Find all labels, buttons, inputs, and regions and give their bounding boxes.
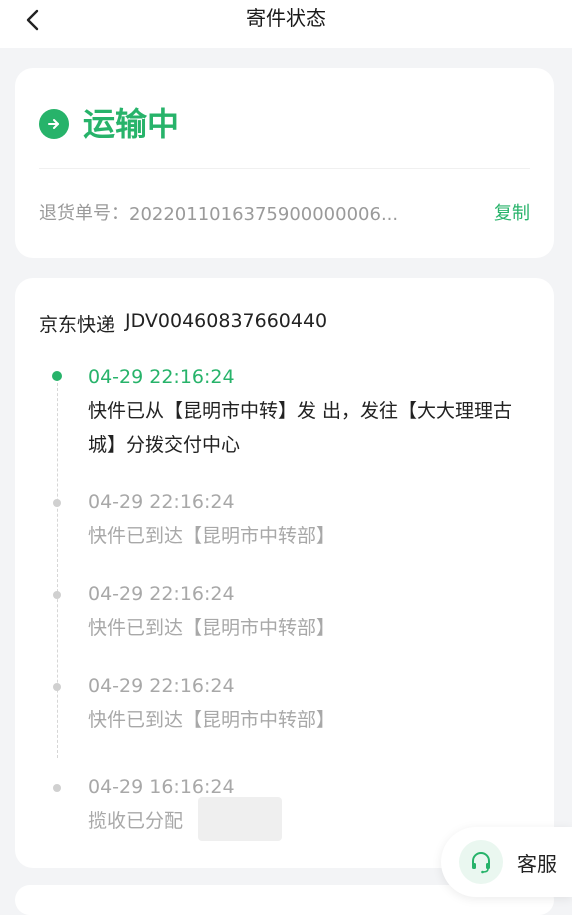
timeline-dot: [53, 591, 61, 599]
tracking-number: JDV00460837660440: [125, 310, 328, 332]
status-row: 运输中: [39, 104, 179, 144]
event-time: 04-29 16:16:24: [88, 776, 235, 798]
page-title: 寄件状态: [246, 6, 326, 30]
timeline-line: [57, 378, 58, 758]
event-time: 04-29 22:16:24: [88, 491, 235, 513]
timeline-dot: [53, 784, 61, 792]
redacted-area: [198, 797, 282, 841]
customer-service-label: 客服: [517, 851, 557, 876]
copy-button[interactable]: 复制: [494, 199, 530, 225]
carrier-name: 京东快递: [39, 314, 116, 336]
order-info: 退货单号：2022011016375900000006...: [39, 199, 398, 225]
event-description: 快件已从【昆明市中转】发 出，发往【大大理理古城】分拨交付中心: [88, 400, 513, 456]
event-time: 04-29 22:16:24: [88, 583, 235, 605]
event-time: 04-29 22:16:24: [88, 675, 235, 697]
customer-service-button[interactable]: 客服: [441, 827, 572, 897]
timeline-dot: [53, 499, 61, 507]
arrow-right-circle-icon: [39, 109, 69, 139]
event-description: 快件已到达【昆明市中转部】: [88, 525, 336, 547]
order-number: 2022011016375900000006...: [129, 204, 399, 225]
tracking-card: 京东快递 JDV00460837660440 04-29 22:16:24 快件…: [15, 278, 554, 868]
carrier-row: 京东快递 JDV00460837660440: [39, 310, 327, 337]
event-description: 快件已到达【昆明市中转部】: [88, 617, 336, 639]
event-description: 快件已到达【昆明市中转部】: [88, 709, 336, 731]
status-text: 运输中: [83, 105, 180, 143]
status-card: 运输中 退货单号：2022011016375900000006... 复制: [15, 68, 554, 258]
top-bar: 寄件状态: [0, 0, 572, 48]
timeline-dot: [53, 683, 61, 691]
order-label: 退货单号：: [39, 203, 129, 224]
headset-icon: [459, 840, 503, 884]
order-row: 退货单号：2022011016375900000006... 复制: [39, 198, 530, 226]
event-time: 04-29 22:16:24: [88, 366, 235, 388]
divider: [39, 168, 530, 169]
timeline-dot-active: [52, 371, 62, 381]
